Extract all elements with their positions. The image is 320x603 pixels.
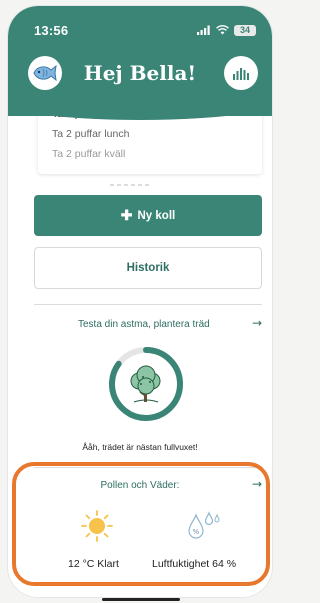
home-indicator[interactable]	[102, 598, 180, 601]
temperature-text: 12 °C Klart	[68, 558, 119, 570]
svg-text:%: %	[193, 528, 200, 536]
statistics-button[interactable]	[224, 56, 258, 90]
sun-icon	[80, 509, 114, 543]
tree-message: Ååh, trädet är nästan fullvuxet!	[82, 442, 198, 452]
page-indicator	[110, 184, 170, 188]
battery-icon: 34	[234, 24, 256, 36]
tree-progress[interactable]	[106, 344, 186, 424]
tree-progress-ring	[109, 347, 183, 421]
water-drops-icon: %	[184, 509, 222, 543]
signal-icon	[197, 25, 210, 35]
humidity-text: Luftfuktighet 64 %	[152, 558, 237, 570]
clock: 13:56	[34, 23, 69, 38]
app-screen: Ta 2 puffar morgon Ta 2 puffar lunch Ta …	[8, 6, 272, 597]
wifi-icon	[216, 25, 229, 35]
divider	[34, 467, 262, 468]
medication-item-lunch: Ta 2 puffar lunch	[52, 128, 130, 140]
plus-icon: ✚	[120, 207, 133, 223]
header: 13:56 34 Hej Bella!	[8, 6, 272, 120]
bar-chart-icon	[233, 68, 249, 80]
new-check-button[interactable]: ✚ Ny koll	[34, 195, 262, 236]
arrow-right-icon[interactable]: →	[252, 316, 262, 330]
medication-item-evening: Ta 2 puffar kväll	[52, 148, 126, 160]
pollen-weather-title[interactable]: Pollen och Väder:	[8, 480, 272, 491]
new-check-label: Ny koll	[137, 209, 176, 222]
plant-tree-link[interactable]: Testa din astma, plantera träd	[78, 319, 210, 330]
arrow-right-icon[interactable]: →	[252, 477, 262, 491]
history-label: Historik	[126, 262, 170, 274]
divider	[34, 304, 262, 305]
status-bar: 13:56 34	[8, 6, 272, 46]
history-button[interactable]: Historik	[34, 247, 262, 289]
status-icons: 34	[197, 23, 256, 37]
